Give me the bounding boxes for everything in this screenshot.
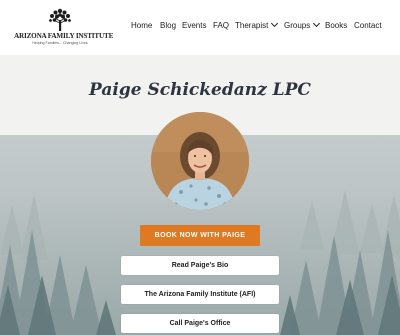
nav-groups-label: Groups	[284, 21, 311, 30]
nav-therapist[interactable]: Therapist	[235, 19, 279, 30]
chevron-down-icon	[313, 19, 321, 28]
page-title: Paige Schickedanz LPC	[89, 80, 311, 100]
read-bio-button[interactable]: Read Paige's Bio	[121, 256, 279, 275]
nav-blog[interactable]: Blog	[160, 21, 176, 30]
nav-home[interactable]: Home	[131, 21, 152, 30]
chevron-down-icon	[271, 19, 279, 28]
logo-tagline: Helping Families... Changing Lives	[32, 41, 88, 45]
nav-groups[interactable]: Groups	[284, 19, 321, 30]
nav-books[interactable]: Books	[325, 21, 347, 30]
call-office-button[interactable]: Call Paige's Office	[121, 314, 279, 333]
nav-therapist-label: Therapist	[235, 21, 269, 30]
nav-contact[interactable]: Contact	[354, 21, 382, 30]
logo-name: ARIZONA FAMILY INSTITUTE	[14, 32, 114, 40]
site-header: ARIZONA FAMILY INSTITUTE Helping Familie…	[0, 0, 400, 55]
afi-link-button[interactable]: The Arizona Family Institute (AFI)	[121, 285, 279, 304]
therapist-portrait	[151, 112, 249, 210]
nav-events[interactable]: Events	[182, 21, 206, 30]
book-now-button[interactable]: BOOK NOW WITH PAIGE	[140, 225, 260, 246]
tree-icon	[49, 8, 71, 31]
nav-faq[interactable]: FAQ	[213, 21, 229, 30]
logo[interactable]: ARIZONA FAMILY INSTITUTE Helping Familie…	[14, 8, 114, 50]
